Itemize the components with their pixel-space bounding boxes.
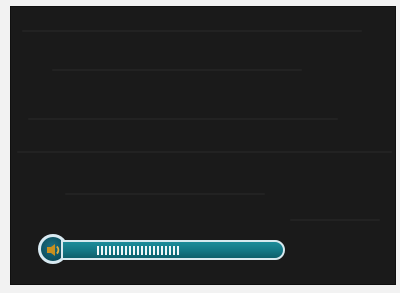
volume-level-indicator: [97, 246, 179, 255]
volume-tick: [145, 246, 147, 255]
volume-tick: [177, 246, 179, 255]
tv-screen: [10, 6, 396, 285]
volume-tick: [105, 246, 107, 255]
volume-tick: [149, 246, 151, 255]
speaker-icon: [47, 244, 60, 256]
volume-tick: [173, 246, 175, 255]
volume-tick: [169, 246, 171, 255]
background-texture-line: [290, 219, 380, 221]
volume-tick: [109, 246, 111, 255]
volume-tick: [129, 246, 131, 255]
background-texture-line: [28, 118, 338, 120]
volume-tick: [141, 246, 143, 255]
volume-tick: [121, 246, 123, 255]
volume-tick: [161, 246, 163, 255]
volume-tick: [113, 246, 115, 255]
background-texture-line: [22, 30, 362, 32]
volume-tick: [133, 246, 135, 255]
volume-tick: [137, 246, 139, 255]
volume-tick: [97, 246, 99, 255]
volume-tick: [101, 246, 103, 255]
volume-tick: [125, 246, 127, 255]
volume-tick: [157, 246, 159, 255]
volume-bar: [38, 232, 288, 268]
background-texture-line: [17, 151, 392, 153]
volume-tick: [165, 246, 167, 255]
volume-tick: [117, 246, 119, 255]
background-texture-line: [65, 193, 265, 195]
volume-tick: [153, 246, 155, 255]
background-texture-line: [52, 69, 302, 71]
tv-frame: [0, 0, 400, 293]
volume-track: [61, 240, 285, 260]
